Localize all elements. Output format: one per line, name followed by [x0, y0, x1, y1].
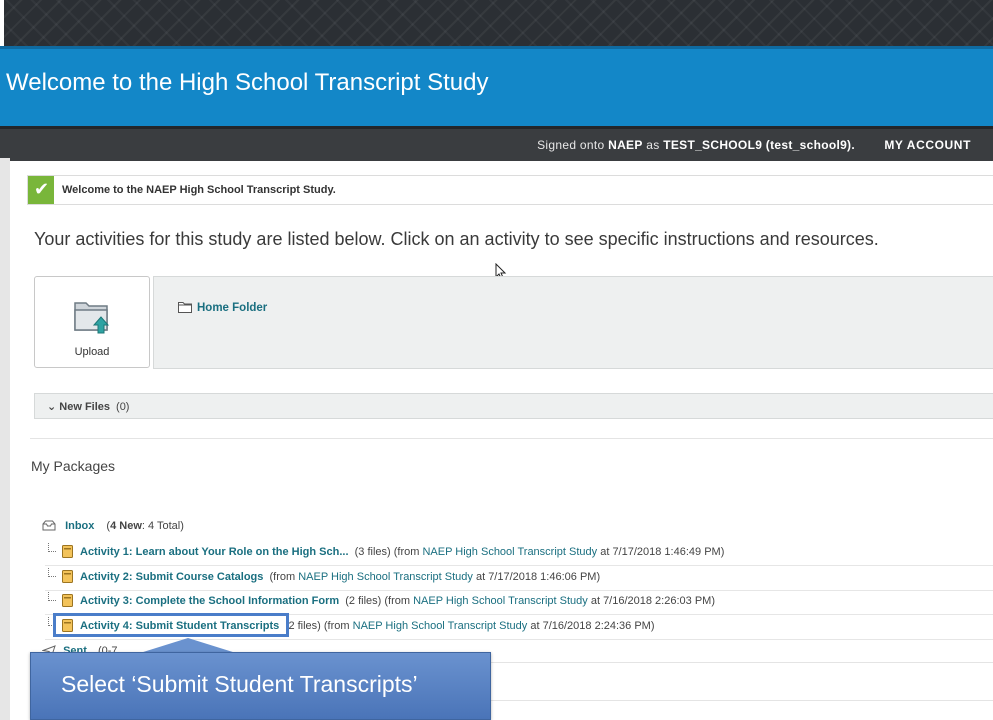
package-icon — [62, 545, 73, 558]
callout-text: Select ‘Submit Student Transcripts’ — [61, 671, 418, 697]
upload-button[interactable]: Upload — [34, 276, 150, 368]
package-files: (from — [269, 571, 299, 583]
package-sender-link[interactable]: NAEP High School Transcript Study — [422, 546, 597, 558]
home-folder-label: Home Folder — [197, 302, 268, 314]
package-date: at 7/17/2018 1:46:06 PM) — [472, 571, 601, 583]
package-title-link[interactable]: Activity 1: Learn about Your Role on the… — [80, 546, 349, 558]
signed-prefix: Signed onto — [537, 138, 609, 152]
package-sender-link[interactable]: NAEP High School Transcript Study — [353, 620, 528, 632]
my-account-link[interactable]: MY ACCOUNT — [884, 138, 971, 152]
chevron-down-icon: ⌄ — [47, 401, 57, 413]
section-divider — [490, 700, 993, 701]
package-files: 2 files) (from — [288, 620, 353, 632]
welcome-message: Welcome to the NAEP High School Transcri… — [62, 184, 336, 196]
inbox-new-count: 4 New — [110, 520, 142, 532]
instruction-callout: Select ‘Submit Student Transcripts’ — [30, 652, 491, 720]
inbox-icon — [42, 520, 56, 531]
inbox-link[interactable]: Inbox — [65, 520, 94, 532]
signed-on-status: Signed onto NAEP as TEST_SCHOOL9 (test_s… — [537, 138, 855, 152]
inbox-row: Inbox (4 New: 4 Total) — [42, 520, 184, 532]
my-packages-heading: My Packages — [31, 458, 116, 474]
left-rail — [0, 158, 10, 720]
top-pattern-strip — [0, 0, 993, 46]
package-sender-link[interactable]: NAEP High School Transcript Study — [298, 571, 473, 583]
package-icon — [62, 594, 73, 607]
tree-connector — [48, 592, 56, 601]
package-files: (2 files) (from — [345, 595, 414, 607]
org-name: NAEP — [608, 138, 643, 152]
as-text: as — [642, 138, 664, 152]
package-files: (3 files) (from — [354, 546, 423, 558]
new-files-toggle[interactable]: ⌄ New Files (0) — [34, 393, 993, 419]
header-banner: Welcome to the High School Transcript St… — [0, 46, 993, 127]
highlight-box — [53, 613, 289, 637]
callout-pointer — [140, 638, 236, 653]
user-name: TEST_SCHOOL9 — [663, 138, 763, 152]
section-divider — [30, 438, 993, 439]
user-login: (test_school9). — [762, 138, 855, 152]
check-icon: ✔ — [28, 176, 54, 204]
package-title-link[interactable]: Activity 2: Submit Course Catalogs — [80, 571, 263, 583]
inbox-total: : 4 Total) — [141, 520, 184, 532]
package-title-link[interactable]: Activity 3: Complete the School Informat… — [80, 595, 339, 607]
new-files-header: ⌄ New Files (0) — [47, 400, 129, 413]
account-bar: Signed onto NAEP as TEST_SCHOOL9 (test_s… — [0, 126, 993, 161]
package-icon — [62, 570, 73, 583]
package-sender-link[interactable]: NAEP High School Transcript Study — [413, 595, 588, 607]
package-date: at 7/17/2018 1:46:49 PM) — [597, 546, 725, 558]
tree-connector — [48, 543, 56, 552]
upload-label: Upload — [74, 346, 110, 358]
package-row: Activity 1: Learn about Your Role on the… — [45, 541, 993, 566]
package-date: at 7/16/2018 2:26:03 PM) — [587, 595, 715, 607]
package-date: at 7/16/2018 2:24:36 PM) — [527, 620, 655, 632]
tree-connector — [48, 568, 56, 577]
package-row: Activity 2: Submit Course Catalogs (from… — [45, 566, 993, 591]
new-files-count: (0) — [116, 401, 130, 413]
home-folder-link[interactable]: Home Folder — [178, 301, 267, 314]
new-files-label: New Files — [59, 401, 111, 413]
page-title: Welcome to the High School Transcript St… — [6, 69, 489, 96]
package-row: Activity 3: Complete the School Informat… — [45, 590, 993, 615]
upload-folder-icon — [74, 302, 110, 334]
folder-icon — [178, 302, 192, 313]
welcome-alert: ✔ Welcome to the NAEP High School Transc… — [27, 175, 993, 205]
instructions-text: Your activities for this study are liste… — [34, 229, 879, 249]
folder-panel: Home Folder — [153, 276, 993, 369]
